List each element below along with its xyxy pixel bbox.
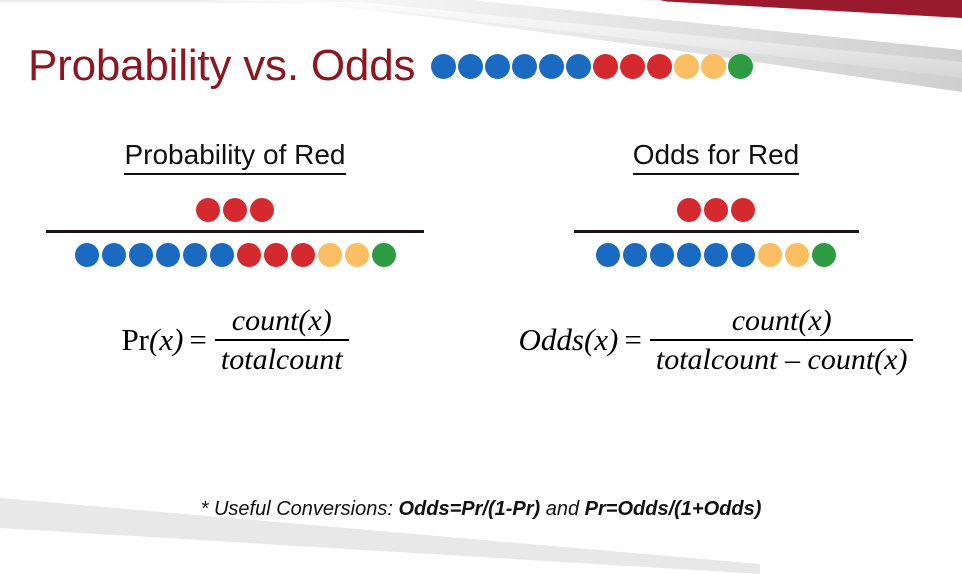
odds-denominator-dots	[470, 240, 962, 270]
dot-blue	[101, 242, 126, 267]
dot-blue	[458, 53, 484, 79]
dot-blue	[623, 242, 647, 267]
heading-odds: Odds for Red	[470, 139, 962, 175]
formula-odds-bar	[649, 339, 914, 342]
footnote-conversion-odds: Odds=Pr/(1-Pr)	[398, 498, 541, 520]
dot-red	[223, 197, 247, 222]
dot-blue	[539, 53, 565, 79]
dot-red	[250, 197, 274, 222]
formula-odds-function: Odds	[518, 322, 584, 358]
dot-blue	[209, 242, 234, 267]
formula-probability-arg: (x)	[149, 322, 184, 358]
slide-canvas: Probability vs. Odds Probability of Red …	[0, 0, 962, 574]
heading-odds-label: Odds for Red	[632, 139, 800, 175]
formula-probability-function: Pr	[121, 322, 150, 358]
title-row: Probability vs. Odds	[28, 41, 754, 90]
dot-blue	[731, 242, 755, 267]
formula-probability-numerator: count(x)	[231, 303, 332, 337]
white-band-shape	[0, 528, 760, 574]
formula-probability-fraction: count(x) totalcount	[214, 303, 349, 377]
title-dot-strip	[431, 53, 754, 79]
dot-orange	[758, 242, 782, 267]
fraction-figure-odds	[470, 195, 962, 270]
footnote-prefix: * Useful Conversions:	[200, 498, 399, 520]
probability-fraction-rule	[46, 229, 424, 233]
fraction-figure-probability	[0, 195, 470, 270]
formula-odds-fraction: count(x) totalcount – count(x)	[649, 303, 914, 377]
dot-blue	[566, 53, 592, 79]
dot-orange	[344, 242, 369, 267]
dot-blue	[155, 242, 180, 267]
dot-blue	[596, 242, 620, 267]
dot-red	[263, 242, 288, 267]
dot-blue	[485, 53, 511, 79]
dot-blue	[182, 242, 207, 267]
dot-red	[647, 53, 673, 79]
formula-odds-numerator: count(x)	[731, 303, 832, 337]
dot-green	[371, 242, 396, 267]
red-banner-shape	[660, 0, 962, 46]
probability-denominator-dots	[0, 240, 470, 270]
dot-orange	[785, 242, 809, 267]
formula-probability-lhs: Pr(x)	[121, 322, 183, 358]
dot-blue	[74, 242, 99, 267]
page-title: Probability vs. Odds	[28, 41, 416, 90]
column-probability: Probability of Red Pr(x) = count(x) tota…	[0, 139, 470, 377]
dot-blue	[512, 53, 538, 79]
dot-orange	[317, 242, 342, 267]
dot-blue	[128, 242, 153, 267]
dot-red	[196, 197, 220, 222]
dot-red	[704, 197, 728, 222]
formula-odds: Odds(x) = count(x) totalcount – count(x)	[470, 304, 962, 377]
odds-fraction-rule	[573, 229, 859, 233]
formula-probability-denominator: totalcount	[220, 343, 343, 377]
dot-red	[731, 197, 755, 222]
formula-odds-denominator: totalcount – count(x)	[655, 343, 908, 377]
dot-orange	[674, 53, 700, 79]
formula-probability-equals: =	[189, 322, 207, 358]
dot-blue	[431, 53, 457, 79]
formula-odds-arg: (x)	[583, 322, 619, 358]
footnote: * Useful Conversions: Odds=Pr/(1-Pr) and…	[0, 498, 962, 521]
formula-probability: Pr(x) = count(x) totalcount	[0, 304, 470, 377]
formula-odds-equals: =	[624, 322, 642, 358]
footnote-conversion-pr: Pr=Odds/(1+Odds)	[584, 498, 762, 520]
dot-blue	[704, 242, 728, 267]
dot-blue	[650, 242, 674, 267]
heading-probability-label: Probability of Red	[124, 139, 346, 175]
dot-blue	[677, 242, 701, 267]
dot-red	[290, 242, 315, 267]
formula-probability-bar	[214, 339, 349, 342]
probability-numerator-dots	[0, 195, 470, 225]
dot-red	[236, 242, 261, 267]
dot-red	[620, 53, 646, 79]
column-odds: Odds for Red Odds(x) = count(x) totalcou…	[470, 139, 962, 377]
formula-odds-lhs: Odds(x)	[519, 322, 619, 358]
dot-orange	[701, 53, 727, 79]
top-edge-gradient	[0, 0, 962, 4]
odds-numerator-dots	[470, 195, 962, 225]
dot-red	[677, 197, 701, 222]
footnote-conjunction: and	[540, 498, 585, 520]
dot-green	[728, 53, 754, 79]
dot-red	[593, 53, 619, 79]
heading-probability: Probability of Red	[0, 139, 470, 175]
dot-green	[812, 242, 836, 267]
